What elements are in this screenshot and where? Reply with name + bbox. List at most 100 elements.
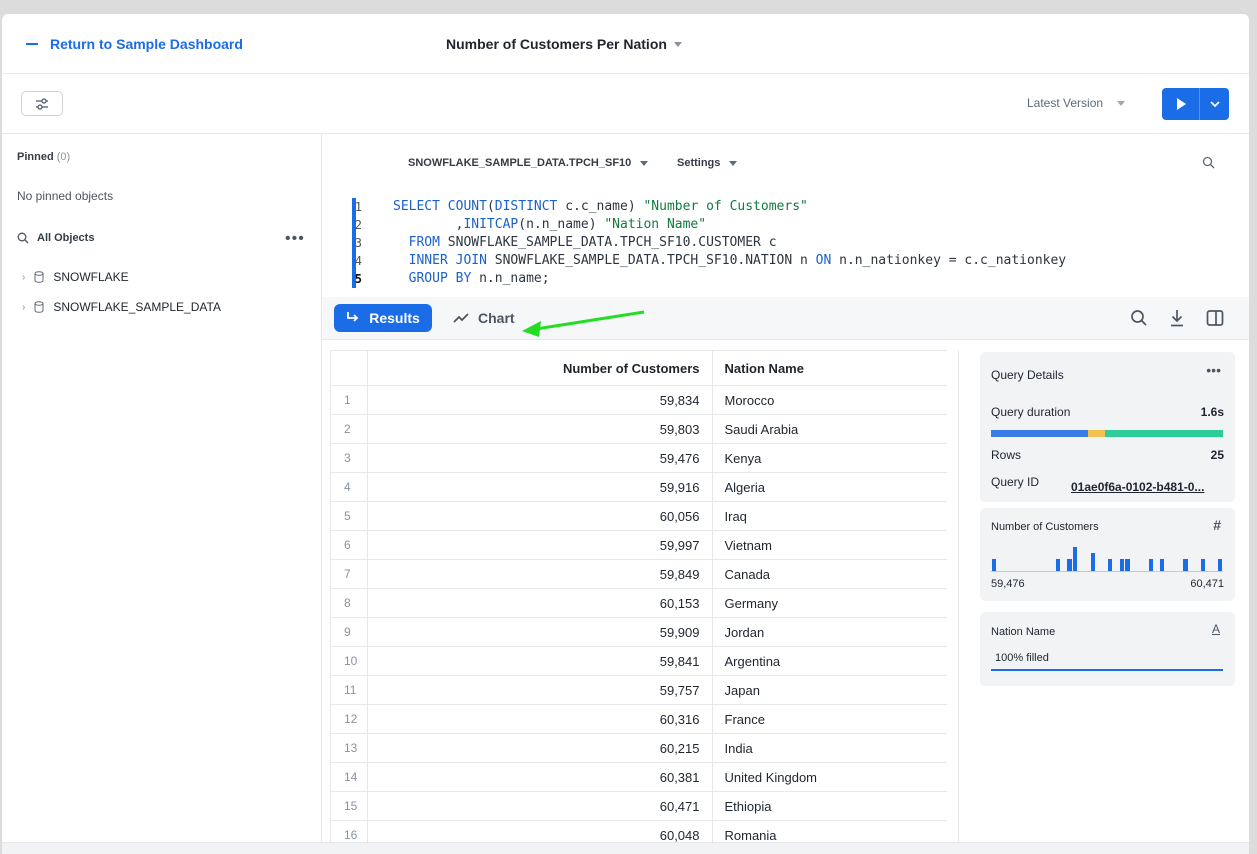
cell-nation[interactable]: Saudi Arabia xyxy=(712,414,947,444)
cell-customers[interactable]: 59,803 xyxy=(367,414,713,444)
cell-nation[interactable]: Kenya xyxy=(712,443,947,473)
histogram-bar xyxy=(1090,553,1095,571)
cell-nation[interactable]: Vietnam xyxy=(712,530,947,560)
cell-customers[interactable]: 59,476 xyxy=(367,443,713,473)
table-row[interactable]: 11 59,757 Japan xyxy=(331,675,947,705)
chevron-down-icon xyxy=(1117,100,1126,106)
code-area[interactable]: 1 SELECT COUNT(DISTINCT c.c_name) "Number… xyxy=(322,198,1066,288)
table-row[interactable]: 3 59,476 Kenya xyxy=(331,443,947,473)
tree-item-snowflake-sample-data[interactable]: › SNOWFLAKE_SAMPLE_DATA xyxy=(22,300,221,314)
table-row[interactable]: 15 60,471 Ethiopia xyxy=(331,791,947,821)
chevron-right-icon: › xyxy=(22,301,26,313)
tab-results[interactable]: Results xyxy=(334,304,432,332)
cell-customers[interactable]: 59,834 xyxy=(367,385,713,415)
code-text: GROUP BY n.n_name; xyxy=(408,271,550,286)
line-number: 1 xyxy=(354,200,362,214)
line-number: 4 xyxy=(354,254,362,268)
panel-divider[interactable] xyxy=(958,350,959,854)
chevron-down-icon xyxy=(1209,101,1220,107)
cell-nation[interactable]: United Kingdom xyxy=(712,762,947,792)
more-options-icon[interactable]: ••• xyxy=(1206,362,1221,378)
all-objects-header[interactable]: All Objects xyxy=(17,232,94,244)
results-tab-bar: Results Chart xyxy=(322,297,1249,340)
cell-customers[interactable]: 60,215 xyxy=(367,733,713,763)
row-index: 8 xyxy=(331,588,368,618)
cell-customers[interactable]: 60,316 xyxy=(367,704,713,734)
table-row[interactable]: 7 59,849 Canada xyxy=(331,559,947,589)
table-row[interactable]: 8 60,153 Germany xyxy=(331,588,947,618)
tree-item-snowflake[interactable]: › SNOWFLAKE xyxy=(22,270,129,284)
cell-nation[interactable]: France xyxy=(712,704,947,734)
duration-label: Query duration xyxy=(991,405,1071,419)
table-row[interactable]: 2 59,803 Saudi Arabia xyxy=(331,414,947,444)
histogram-bar xyxy=(1108,559,1113,571)
pinned-header: Pinned (0) xyxy=(17,151,70,163)
cell-nation[interactable]: Jordan xyxy=(712,617,947,647)
filled-label: 100% filled xyxy=(995,652,1049,664)
cell-nation[interactable]: Ethiopia xyxy=(712,791,947,821)
cell-nation[interactable]: Japan xyxy=(712,675,947,705)
cell-nation[interactable]: Algeria xyxy=(712,472,947,502)
cell-nation[interactable]: Canada xyxy=(712,559,947,589)
pinned-label: Pinned xyxy=(17,151,54,163)
version-select[interactable]: Latest Version xyxy=(1027,96,1126,110)
cell-customers[interactable]: 59,909 xyxy=(367,617,713,647)
table-row[interactable]: 9 59,909 Jordan xyxy=(331,617,947,647)
column-header-customers[interactable]: Number of Customers xyxy=(367,350,713,386)
editor-search-icon[interactable] xyxy=(1202,156,1215,172)
cell-nation[interactable]: Germany xyxy=(712,588,947,618)
cell-nation[interactable]: Morocco xyxy=(712,385,947,415)
cell-customers[interactable]: 60,056 xyxy=(367,501,713,531)
cell-nation[interactable]: India xyxy=(712,733,947,763)
table-row[interactable]: 10 59,841 Argentina xyxy=(331,646,947,676)
tab-chart[interactable]: Chart xyxy=(453,304,515,332)
cell-customers[interactable]: 60,471 xyxy=(367,791,713,821)
settings-select[interactable]: Settings xyxy=(677,157,738,169)
table-row[interactable]: 13 60,215 India xyxy=(331,733,947,763)
column-header-nation[interactable]: Nation Name xyxy=(712,350,947,386)
cell-nation[interactable]: Argentina xyxy=(712,646,947,676)
table-row[interactable]: 1 59,834 Morocco xyxy=(331,385,947,415)
database-context-select[interactable]: SNOWFLAKE_SAMPLE_DATA.TPCH_SF10 xyxy=(408,157,649,169)
run-button[interactable] xyxy=(1162,88,1199,120)
code-text: SELECT COUNT(DISTINCT c.c_name) "Number … xyxy=(393,199,808,214)
search-icon xyxy=(17,232,29,244)
results-grid[interactable]: Number of Customers Nation Name 1 59,834 M… xyxy=(330,350,947,854)
text-type-icon: A xyxy=(1211,622,1220,636)
row-index: 4 xyxy=(331,472,368,502)
annotation-arrow-icon xyxy=(522,310,645,337)
run-options-button[interactable] xyxy=(1199,88,1229,120)
table-row[interactable]: 5 60,056 Iraq xyxy=(331,501,947,531)
histogram-bar xyxy=(992,559,997,571)
table-row[interactable]: 12 60,316 France xyxy=(331,704,947,734)
cell-customers[interactable]: 59,849 xyxy=(367,559,713,589)
cell-customers[interactable]: 59,997 xyxy=(367,530,713,560)
cell-customers[interactable]: 60,381 xyxy=(367,762,713,792)
download-icon[interactable] xyxy=(1169,309,1185,330)
search-results-icon[interactable] xyxy=(1130,309,1148,330)
query-id-link[interactable]: 01ae0f6a-0102-b481-0... xyxy=(1071,480,1223,494)
filter-button[interactable] xyxy=(21,91,63,116)
more-options-icon[interactable]: ••• xyxy=(285,230,305,248)
cell-customers[interactable]: 59,757 xyxy=(367,675,713,705)
sql-editor[interactable]: SNOWFLAKE_SAMPLE_DATA.TPCH_SF10 Settings… xyxy=(322,134,1249,297)
table-row[interactable]: 6 59,997 Vietnam xyxy=(331,530,947,560)
cell-customers[interactable]: 60,153 xyxy=(367,588,713,618)
footer-bar xyxy=(2,842,1249,854)
back-link[interactable]: Return to Sample Dashboard xyxy=(26,36,243,52)
table-row[interactable]: 4 59,916 Algeria xyxy=(331,472,947,502)
duration-bar xyxy=(991,430,1223,437)
cell-customers[interactable]: 59,916 xyxy=(367,472,713,502)
row-index: 13 xyxy=(331,733,368,763)
cell-nation[interactable]: Iraq xyxy=(712,501,947,531)
duration-value: 1.6s xyxy=(1200,405,1224,419)
cell-customers[interactable]: 59,841 xyxy=(367,646,713,676)
nation-stats-card[interactable]: Nation Name A 100% filled xyxy=(980,612,1235,686)
table-row[interactable]: 14 60,381 United Kingdom xyxy=(331,762,947,792)
tab-chart-label: Chart xyxy=(478,310,515,326)
toggle-panel-icon[interactable] xyxy=(1206,309,1224,330)
worksheet-window: Return to Sample Dashboard Number of Cus… xyxy=(2,14,1249,854)
customers-stats-card[interactable]: Number of Customers # 59,476 60,471 xyxy=(980,508,1235,601)
worksheet-title[interactable]: Number of Customers Per Nation xyxy=(446,36,682,52)
run-button-group xyxy=(1162,88,1229,120)
